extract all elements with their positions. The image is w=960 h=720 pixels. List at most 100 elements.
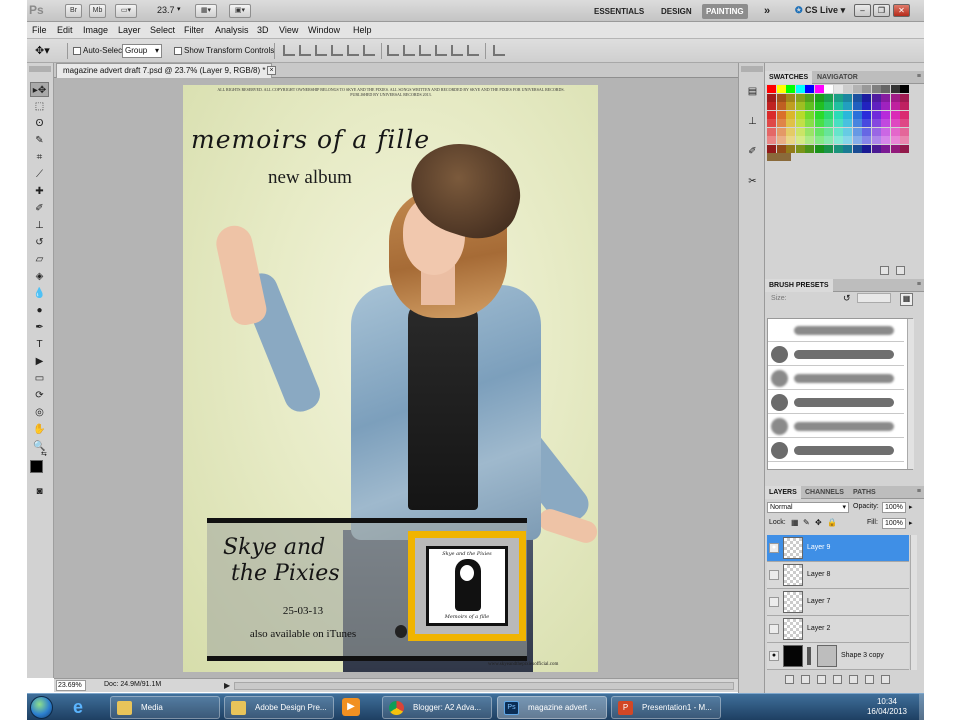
opacity-field[interactable]: 100%	[882, 502, 906, 513]
brush-preset-item[interactable]	[768, 415, 904, 438]
paint-bucket-tool-icon[interactable]: ◈	[30, 269, 49, 284]
color-swatch[interactable]	[795, 93, 805, 102]
show-desktop-button[interactable]	[919, 694, 924, 720]
screen-mode-button[interactable]: ▣▾	[229, 4, 251, 18]
color-swatch[interactable]	[890, 85, 900, 93]
color-swatch[interactable]	[852, 127, 862, 136]
taskbar-media[interactable]: Media	[110, 696, 220, 719]
color-swatch[interactable]	[881, 144, 890, 153]
3d-rotate-tool-icon[interactable]: ⟳	[30, 388, 49, 403]
distribute-left-icon[interactable]	[435, 45, 447, 56]
pen-tool-icon[interactable]: ✒	[30, 320, 49, 335]
color-swatch[interactable]	[890, 136, 900, 144]
color-swatch[interactable]	[776, 110, 786, 119]
tab-swatches[interactable]: SWATCHES	[765, 71, 813, 84]
color-swatch[interactable]	[776, 127, 786, 136]
color-swatch[interactable]	[900, 85, 909, 93]
color-swatch[interactable]	[767, 119, 776, 127]
system-clock[interactable]: 10:34 16/04/2013	[857, 697, 917, 717]
dodge-tool-icon[interactable]: ●	[30, 303, 49, 318]
internet-explorer-icon[interactable]: e	[73, 697, 93, 717]
path-selection-tool-icon[interactable]: ▶	[30, 354, 49, 369]
color-swatch[interactable]	[786, 102, 795, 110]
color-swatch[interactable]	[814, 119, 824, 127]
quick-mask-icon[interactable]: ◙	[30, 484, 49, 499]
color-swatch[interactable]	[805, 136, 814, 144]
blend-mode-dropdown[interactable]: Normal ▾	[767, 502, 849, 513]
brush-preset-item[interactable]	[768, 439, 904, 462]
menu-file[interactable]: File	[32, 25, 47, 35]
foreground-color-swatch[interactable]	[30, 460, 43, 473]
align-right-icon[interactable]	[363, 45, 375, 56]
taskbar-adobe-design-premium[interactable]: Adobe Design Pre...	[224, 696, 334, 719]
color-swatch[interactable]	[824, 85, 833, 93]
marquee-tool-icon[interactable]: ⬚	[30, 99, 49, 114]
color-swatch[interactable]	[871, 85, 881, 93]
histogram-panel-icon[interactable]: ▤	[744, 83, 761, 100]
crop-tool-icon[interactable]: ⌗	[30, 150, 49, 165]
color-swatch[interactable]	[814, 127, 824, 136]
type-tool-icon[interactable]: T	[30, 337, 49, 352]
distribute-right-icon[interactable]	[467, 45, 479, 56]
lock-transparency-icon[interactable]: ▦	[791, 518, 799, 527]
delete-layer-icon[interactable]	[881, 675, 890, 684]
color-swatch[interactable]	[824, 110, 833, 119]
color-swatch[interactable]	[776, 102, 786, 110]
launch-minibridge-button[interactable]: Mb	[89, 4, 106, 18]
layer-style-icon[interactable]	[801, 675, 810, 684]
color-swatch[interactable]	[833, 127, 843, 136]
restore-button[interactable]: ❐	[873, 4, 890, 17]
menu-layer[interactable]: Layer	[118, 25, 141, 35]
color-swatch[interactable]	[805, 85, 814, 93]
workspace-design[interactable]: DESIGN	[657, 4, 696, 19]
new-layer-icon[interactable]	[865, 675, 874, 684]
tab-channels[interactable]: CHANNELS	[801, 486, 848, 499]
color-swatch[interactable]	[881, 119, 890, 127]
menu-edit[interactable]: Edit	[57, 25, 73, 35]
hand-tool-icon[interactable]: ✋	[30, 422, 49, 437]
close-document-icon[interactable]: ×	[267, 66, 276, 75]
history-brush-tool-icon[interactable]: ↺	[30, 235, 49, 250]
color-swatch[interactable]	[881, 127, 890, 136]
fill-slider-arrow-icon[interactable]: ▸	[909, 519, 913, 527]
color-swatch[interactable]	[814, 144, 824, 153]
color-swatch[interactable]	[900, 119, 909, 127]
color-swatch[interactable]	[862, 127, 871, 136]
taskbar-powerpoint[interactable]: P Presentation1 - M...	[611, 696, 721, 719]
document-canvas[interactable]: ALL RIGHTS RESERVED. ALL COPYRIGHT OWNER…	[183, 85, 598, 672]
swap-colors-icon[interactable]: ⇆	[41, 450, 47, 458]
color-swatch[interactable]	[900, 144, 909, 153]
brush-preset-item[interactable]	[768, 319, 904, 342]
color-swatch[interactable]	[833, 102, 843, 110]
color-swatch[interactable]	[824, 127, 833, 136]
quick-selection-tool-icon[interactable]: ✎	[30, 133, 49, 148]
taskbar-blogger[interactable]: Blogger: A2 Adva...	[382, 696, 492, 719]
lasso-tool-icon[interactable]: ʘ	[30, 116, 49, 131]
color-swatch[interactable]	[852, 85, 862, 93]
menu-filter[interactable]: Filter	[184, 25, 204, 35]
color-swatch[interactable]	[900, 136, 909, 144]
color-swatch[interactable]	[824, 119, 833, 127]
color-swatch[interactable]	[900, 93, 909, 102]
color-swatch[interactable]	[843, 93, 852, 102]
color-swatch[interactable]	[824, 102, 833, 110]
menu-help[interactable]: Help	[353, 25, 372, 35]
dock-grip[interactable]	[741, 66, 763, 72]
adjustment-layer-icon[interactable]	[833, 675, 842, 684]
color-swatch[interactable]	[852, 144, 862, 153]
color-swatch[interactable]	[767, 144, 776, 153]
color-swatch[interactable]	[862, 144, 871, 153]
brush-size-field[interactable]	[857, 293, 891, 303]
color-swatch[interactable]	[890, 144, 900, 153]
eye-hidden-icon[interactable]	[769, 570, 779, 580]
brush-panel-icon[interactable]: ✐	[744, 143, 761, 160]
eye-icon[interactable]: ●	[769, 543, 779, 553]
shape-tool-icon[interactable]: ▭	[30, 371, 49, 386]
tab-layers[interactable]: LAYERS	[765, 486, 801, 499]
eye-hidden-icon[interactable]	[769, 597, 779, 607]
menu-3d[interactable]: 3D	[257, 25, 269, 35]
color-swatch[interactable]	[900, 102, 909, 110]
color-swatch[interactable]	[833, 85, 843, 93]
color-swatch[interactable]	[843, 119, 852, 127]
color-swatch[interactable]	[767, 153, 791, 161]
